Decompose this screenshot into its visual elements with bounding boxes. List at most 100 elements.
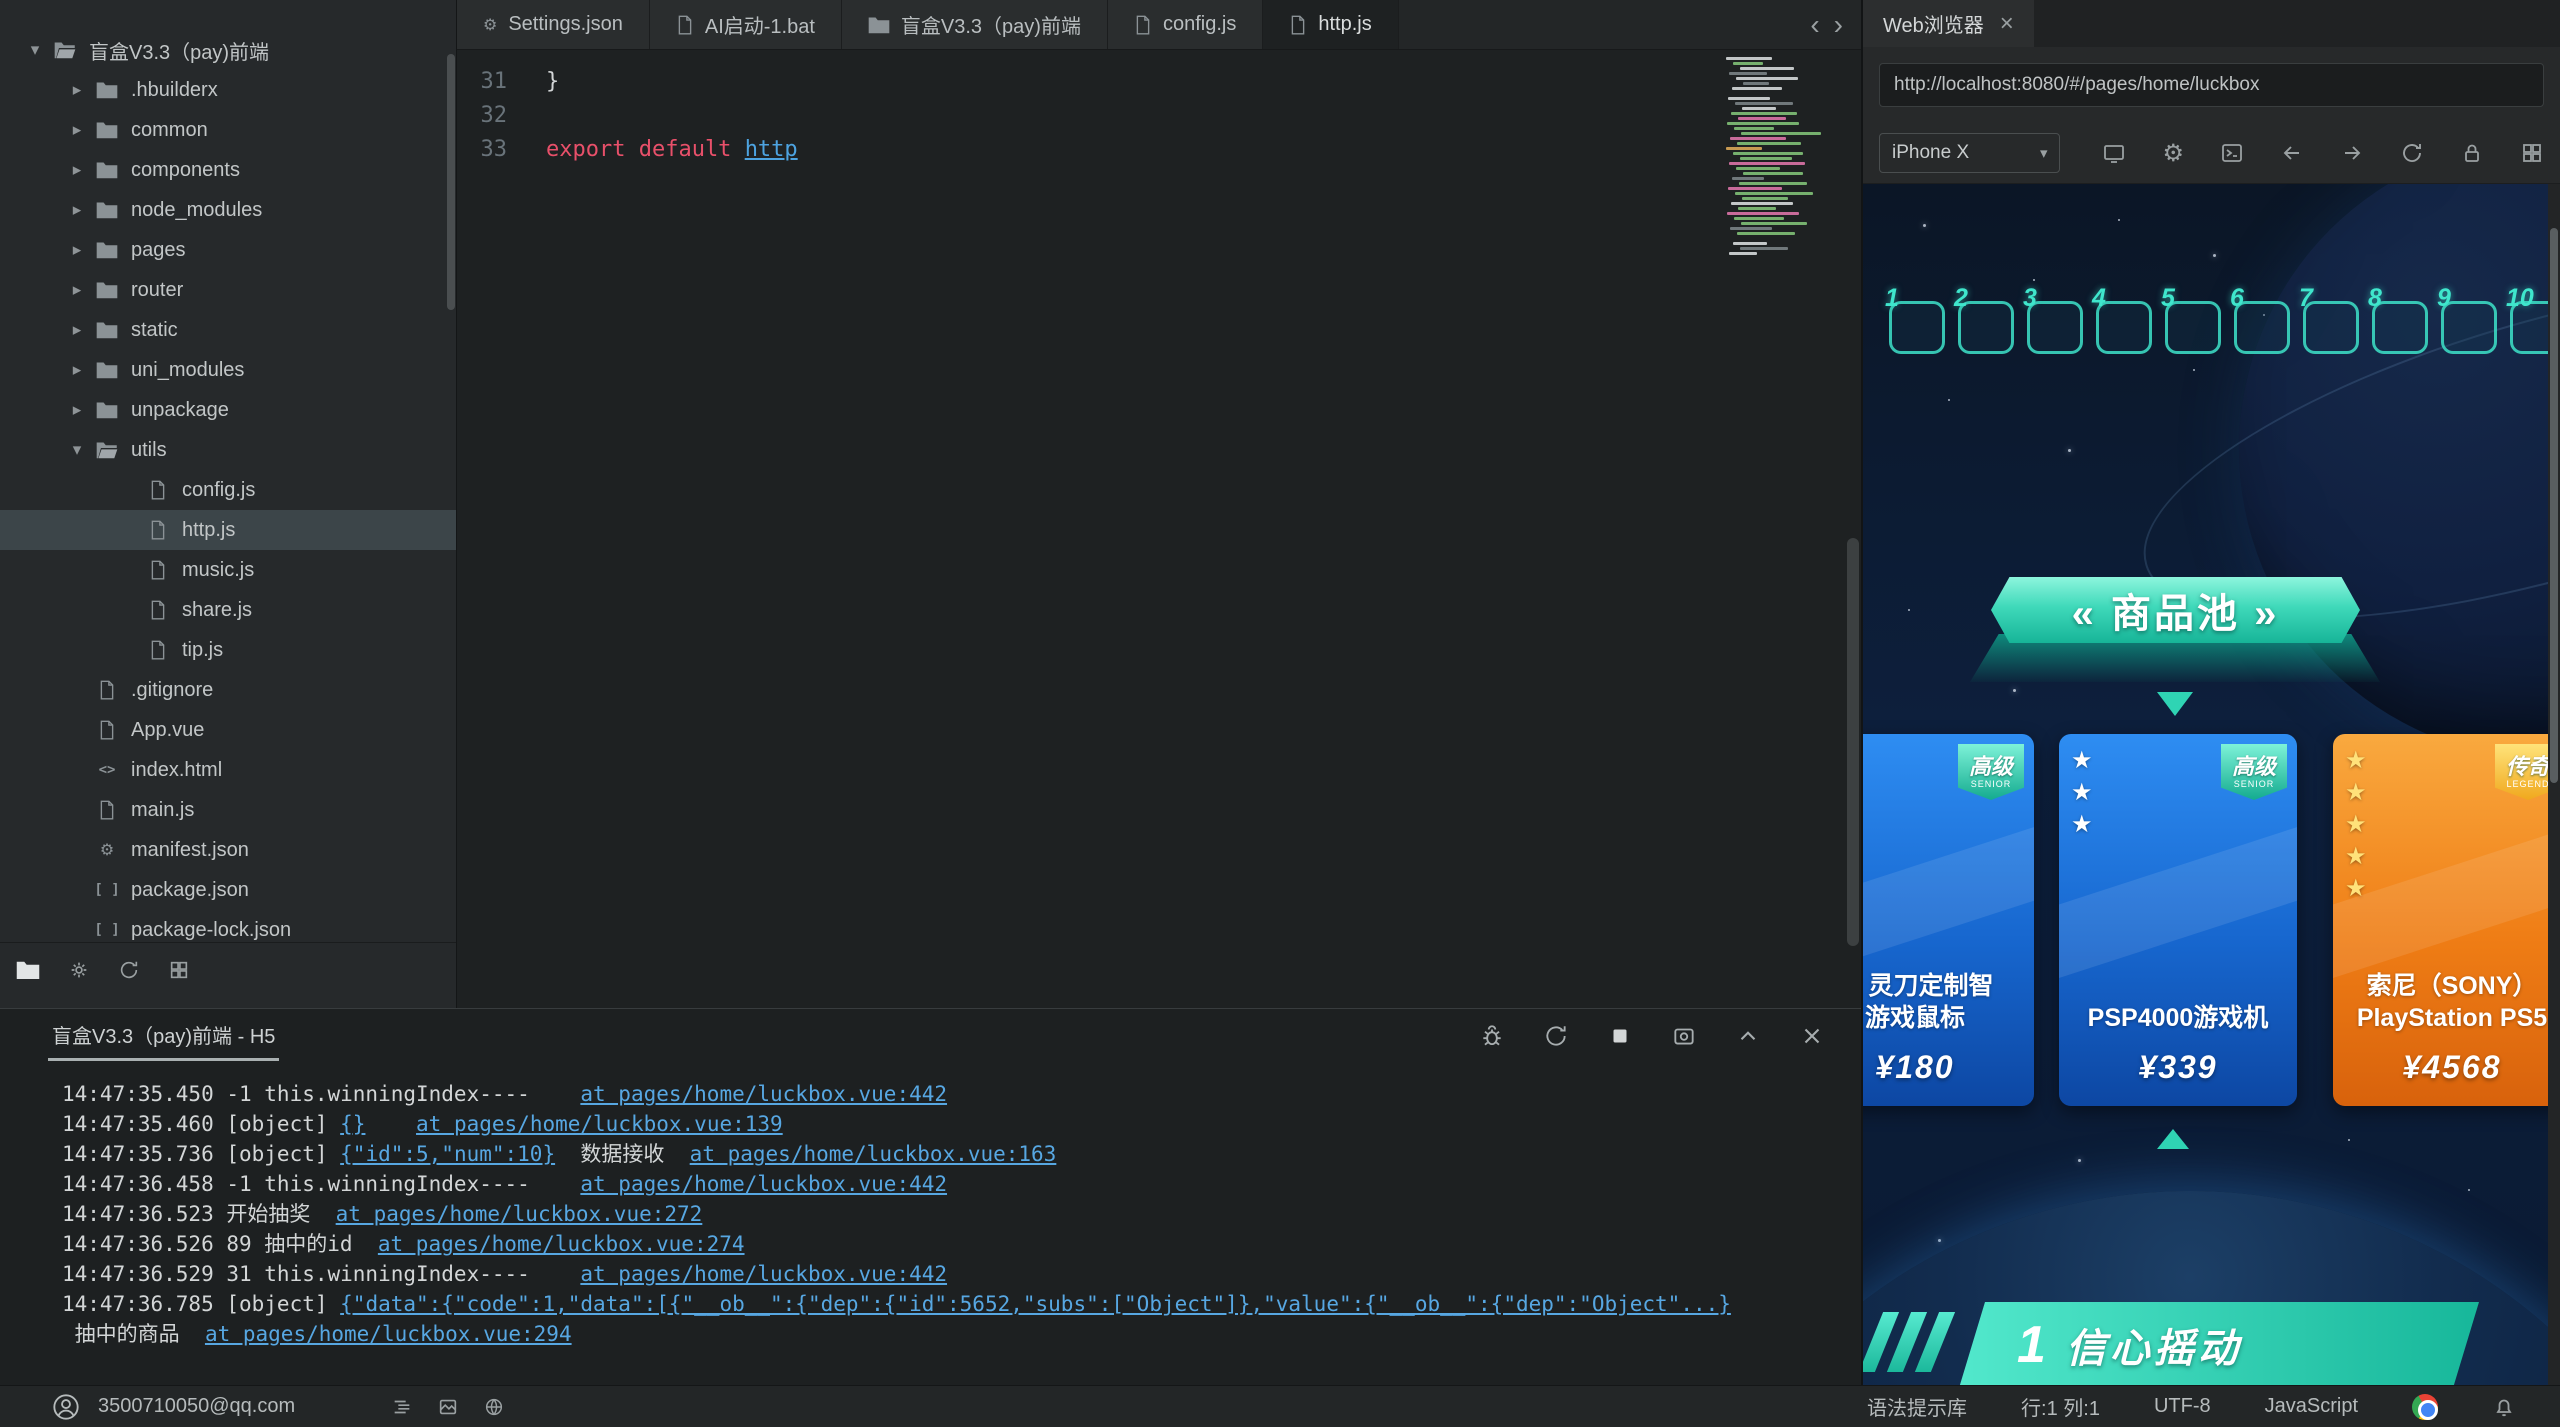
- editor-tab-http.js[interactable]: http.js: [1263, 0, 1399, 49]
- debug-icon[interactable]: [1479, 1023, 1505, 1049]
- code-link[interactable]: http: [745, 137, 798, 162]
- tree-item-manifest.json[interactable]: ⚙ manifest.json: [0, 830, 456, 870]
- chevron-right-icon[interactable]: ▸: [62, 80, 92, 100]
- refresh-icon[interactable]: [2400, 141, 2424, 165]
- sync-icon[interactable]: [118, 959, 140, 981]
- tree-item-package-lock.json[interactable]: [ ] package-lock.json: [0, 910, 456, 941]
- chevron-right-icon[interactable]: ▸: [62, 400, 92, 420]
- preview-window-icon[interactable]: [437, 1396, 459, 1418]
- console-link[interactable]: at pages/home/luckbox.vue:274: [378, 1232, 745, 1256]
- preview-scrollbar[interactable]: [2548, 184, 2560, 1385]
- editor-tab-AI启动-1.bat[interactable]: AI启动-1.bat: [649, 0, 842, 49]
- close-panel-icon[interactable]: [1799, 1023, 1825, 1049]
- rerun-icon[interactable]: [1543, 1023, 1569, 1049]
- code-editor[interactable]: 31} 32 33 export default http: [457, 50, 1861, 1008]
- stop-icon[interactable]: [1607, 1023, 1633, 1049]
- minimap-line: [1730, 137, 1786, 140]
- console-link[interactable]: at pages/home/luckbox.vue:139: [416, 1112, 783, 1136]
- product-card[interactable]: ★ ★ ★ 高级 SENIOR PSP4000游戏机 ¥339: [2059, 734, 2297, 1106]
- syntax-library[interactable]: 语法提示库: [1867, 1392, 1967, 1421]
- console-log[interactable]: 14:47:35.450 -1 this.winningIndex---- at…: [0, 1063, 1861, 1349]
- tree-item-.gitignore[interactable]: .gitignore: [0, 670, 456, 710]
- tree-item-index.html[interactable]: <> index.html: [0, 750, 456, 790]
- close-icon[interactable]: ×: [2000, 10, 2014, 38]
- tree-item-share.js[interactable]: share.js: [0, 590, 456, 630]
- editor-tab-config.js[interactable]: config.js: [1107, 0, 1264, 49]
- browser-tab[interactable]: Web浏览器 ×: [1863, 0, 2034, 47]
- chrome-browser-icon[interactable]: [2412, 1393, 2438, 1420]
- sidebar-scrollbar[interactable]: [447, 54, 455, 310]
- back-icon[interactable]: [2280, 141, 2304, 165]
- language-mode[interactable]: JavaScript: [2265, 1395, 2358, 1418]
- chevron-right-icon[interactable]: ▸: [62, 280, 92, 300]
- tree-item-http.js[interactable]: http.js: [0, 510, 456, 550]
- devtools-console-icon[interactable]: [2220, 141, 2244, 165]
- url-input[interactable]: http://localhost:8080/#/pages/home/luckb…: [1879, 63, 2544, 107]
- console-link[interactable]: at pages/home/luckbox.vue:442: [580, 1172, 947, 1196]
- tree-item-uni_modules[interactable]: ▸ uni_modules: [0, 350, 456, 390]
- device-select[interactable]: iPhone X ▾: [1879, 133, 2061, 173]
- console-link[interactable]: at pages/home/luckbox.vue:294: [205, 1322, 572, 1346]
- tree-item-pages[interactable]: ▸ pages: [0, 230, 456, 270]
- collapse-panel-icon[interactable]: [1735, 1023, 1761, 1049]
- tree-item-package.json[interactable]: [ ] package.json: [0, 870, 456, 910]
- tree-item-App.vue[interactable]: App.vue: [0, 710, 456, 750]
- forward-icon[interactable]: [2340, 141, 2364, 165]
- chevron-right-icon[interactable]: ▸: [62, 120, 92, 140]
- settings-icon[interactable]: [68, 959, 90, 981]
- editor-tab-盲盒V3.3（pay)前端[interactable]: 盲盒V3.3（pay)前端: [841, 0, 1108, 49]
- tree-item-node_modules[interactable]: ▸ node_modules: [0, 190, 456, 230]
- product-card[interactable]: ★ ★ ★ ★ ★ 传奇 LEGEND 索尼（SONY） PlayStation PS5 ¥456…: [2333, 734, 2550, 1106]
- scrollbar-thumb[interactable]: [2550, 228, 2558, 783]
- cursor-position[interactable]: 行:1 列:1: [2021, 1392, 2100, 1421]
- explorer-folder-icon[interactable]: [16, 960, 40, 980]
- console-link[interactable]: at pages/home/luckbox.vue:442: [580, 1262, 947, 1286]
- chevron-right-icon[interactable]: ▸: [62, 360, 92, 380]
- chevron-right-icon[interactable]: ▸: [62, 200, 92, 220]
- tree-item-unpackage[interactable]: ▸ unpackage: [0, 390, 456, 430]
- tree-item-tip.js[interactable]: tip.js: [0, 630, 456, 670]
- chevron-down-icon[interactable]: ▾: [62, 440, 92, 460]
- tree-item-盲盒V3.3（pay)前端[interactable]: ▾ 盲盒V3.3（pay)前端: [0, 30, 456, 70]
- extensions-icon[interactable]: [168, 959, 190, 981]
- tree-item-router[interactable]: ▸ router: [0, 270, 456, 310]
- tree-item-static[interactable]: ▸ static: [0, 310, 456, 350]
- account-email[interactable]: 3500710050@qq.com: [98, 1395, 295, 1418]
- product-card[interactable]: ★★★★高级SENIOR竞 灵刀定制智游戏鼠标¥180: [1863, 734, 2034, 1106]
- console-tab[interactable]: 盲盒V3.3（pay)前端 - H5: [48, 1011, 280, 1061]
- grid-icon[interactable]: [2520, 141, 2544, 165]
- encoding[interactable]: UTF-8: [2154, 1395, 2211, 1418]
- editor-scrollbar[interactable]: [1845, 50, 1861, 1008]
- chevron-right-icon[interactable]: ▸: [62, 240, 92, 260]
- globe-icon[interactable]: [483, 1396, 505, 1418]
- console-link[interactable]: at pages/home/luckbox.vue:163: [690, 1142, 1057, 1166]
- console-link[interactable]: {}: [340, 1112, 365, 1136]
- console-text: 数据接收: [555, 1142, 690, 1166]
- console-link[interactable]: at pages/home/luckbox.vue:442: [580, 1082, 947, 1106]
- gear-icon[interactable]: ⚙: [2162, 139, 2184, 168]
- console-link[interactable]: {"id":5,"num":10}: [340, 1142, 555, 1166]
- tree-item-main.js[interactable]: main.js: [0, 790, 456, 830]
- tree-item-components[interactable]: ▸ components: [0, 150, 456, 190]
- bell-icon[interactable]: [2492, 1395, 2516, 1419]
- avatar[interactable]: [52, 1393, 80, 1421]
- scrollbar-thumb[interactable]: [1847, 538, 1859, 946]
- console-link[interactable]: {"data":{"code":1,"data":[{"__ob__":{"de…: [340, 1292, 1731, 1316]
- tree-item-common[interactable]: ▸ common: [0, 110, 456, 150]
- tree-item-.hbuilderx[interactable]: ▸ .hbuilderx: [0, 70, 456, 110]
- minimap[interactable]: [1726, 57, 1846, 257]
- chevron-down-icon[interactable]: ▾: [20, 40, 50, 60]
- tree-item-utils[interactable]: ▾ utils: [0, 430, 456, 470]
- open-in-browser-icon[interactable]: [2102, 141, 2126, 165]
- console-link[interactable]: at pages/home/luckbox.vue:272: [336, 1202, 703, 1226]
- tree-item-music.js[interactable]: music.js: [0, 550, 456, 590]
- tree-item-config.js[interactable]: config.js: [0, 470, 456, 510]
- chevron-right-icon[interactable]: ▸: [62, 320, 92, 340]
- outline-icon[interactable]: [391, 1396, 413, 1418]
- tab-scroll-left-icon[interactable]: ‹: [1810, 9, 1819, 41]
- tab-scroll-right-icon[interactable]: ›: [1834, 9, 1843, 41]
- editor-tab-Settings.json[interactable]: ⚙ Settings.json: [457, 0, 650, 49]
- chevron-right-icon[interactable]: ▸: [62, 160, 92, 180]
- lock-icon[interactable]: [2460, 141, 2484, 165]
- capture-icon[interactable]: [1671, 1023, 1697, 1049]
